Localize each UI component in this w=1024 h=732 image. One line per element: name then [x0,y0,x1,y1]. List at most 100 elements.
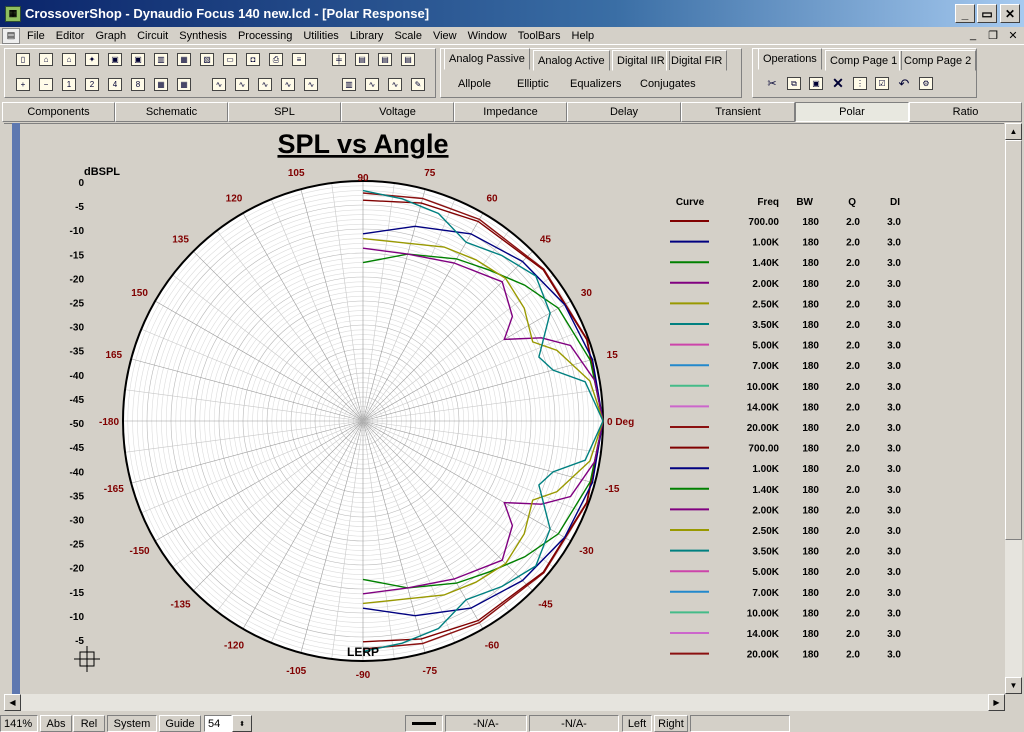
system-button[interactable]: System [107,715,157,732]
minimize-button[interactable]: _ [955,4,975,23]
wizard-icon[interactable]: ✦ [83,51,101,68]
vertical-scrollbar[interactable]: ▲ ▼ [1005,123,1022,694]
table-2-icon[interactable]: ▤ [376,51,394,68]
grid-icon[interactable]: ▦ [175,51,193,68]
equalizers-button[interactable]: Equalizers [570,78,621,90]
disk-icon[interactable]: ◘ [244,51,262,68]
view-1-icon[interactable]: 1 [60,76,78,93]
tab-analog-passive[interactable]: Analog Passive [444,48,530,70]
menu-scale[interactable]: Scale [390,30,429,42]
menu-view[interactable]: View [429,30,464,42]
menu-window[interactable]: Window [464,30,514,42]
allpole-button[interactable]: Allpole [458,78,491,90]
close-button[interactable]: ✕ [1000,4,1020,23]
chart-3-icon[interactable]: ∿ [386,76,404,93]
graph-4-icon[interactable]: ∿ [279,76,297,93]
tab-analog-active[interactable]: Analog Active [533,50,610,71]
zoom-in-icon[interactable]: + [14,76,32,93]
menu-editor[interactable]: Editor [52,30,92,42]
zoom-out-icon[interactable]: − [37,76,55,93]
app-icon[interactable]: ▦ [5,5,21,22]
tab-digital-iir[interactable]: Digital IIR [612,50,670,71]
paint-icon[interactable]: ✎ [409,76,427,93]
properties-icon[interactable]: ☑ [873,75,891,92]
guide-spinner-icon[interactable]: ⬍ [232,715,252,732]
mode-impedance[interactable]: Impedance [454,102,567,122]
guide-button[interactable]: Guide [159,715,201,732]
elliptic-button[interactable]: Elliptic [517,78,549,90]
tab-comp-page-2[interactable]: Comp Page 2 [899,50,977,71]
document-icon[interactable]: ▤ [2,27,20,44]
save-icon[interactable]: ▣ [106,51,124,68]
graph-2-icon[interactable]: ∿ [233,76,251,93]
save-all-icon[interactable]: ▣ [129,51,147,68]
left-button[interactable]: Left [622,715,652,732]
conjugates-button[interactable]: Conjugates [640,78,696,90]
scroll-right-icon[interactable]: ▶ [988,694,1005,711]
undo-icon[interactable]: ↶ [895,75,913,92]
crosshair-icon[interactable] [74,646,100,672]
folder-icon[interactable]: ▭ [221,51,239,68]
table-icon[interactable]: ▤ [353,51,371,68]
view-grid-2-icon[interactable]: ▦ [175,76,193,93]
tab-digital-fir[interactable]: Digital FIR [666,50,728,71]
menu-help[interactable]: Help [568,30,602,42]
menu-library[interactable]: Library [346,30,391,42]
menu-toolbars[interactable]: ToolBars [514,30,568,42]
scroll-left-icon[interactable]: ◀ [4,694,21,711]
mode-voltage[interactable]: Voltage [341,102,454,122]
abs-button[interactable]: Abs [40,715,72,732]
table-3-icon[interactable]: ▤ [399,51,417,68]
menu-graph[interactable]: Graph [91,30,133,42]
paste-icon[interactable]: ▣ [807,75,825,92]
open-folder-2-icon[interactable]: ⌂ [60,51,78,68]
graph-5-icon[interactable]: ∿ [302,76,320,93]
chart-icon[interactable]: ▥ [340,76,358,93]
mdi-restore-icon[interactable]: ❐ [985,28,1001,42]
right-button[interactable]: Right [654,715,688,732]
tab-operations[interactable]: Operations [758,48,822,70]
menu-processing[interactable]: Processing [234,30,299,42]
delete-icon[interactable]: ✕ [829,75,847,92]
mode-transient[interactable]: Transient [681,102,795,122]
maximize-button[interactable]: ▭ [977,4,997,23]
graph-3-icon[interactable]: ∿ [256,76,274,93]
view-grid-icon[interactable]: ▦ [152,76,170,93]
mode-spl[interactable]: SPL [228,102,341,122]
select-all-icon[interactable]: ⋮ [851,75,869,92]
print-icon[interactable]: ⎙ [267,51,285,68]
component-icon[interactable]: ╪ [330,51,348,68]
new-file-icon[interactable]: ▯ [14,51,32,68]
scroll-down-icon[interactable]: ▼ [1005,677,1022,694]
mdi-minimize-icon[interactable]: _ [965,28,981,42]
chart-2-icon[interactable]: ∿ [363,76,381,93]
mdi-close-icon[interactable]: ✕ [1005,28,1021,42]
mode-delay[interactable]: Delay [567,102,681,122]
mode-schematic[interactable]: Schematic [115,102,228,122]
scroll-up-icon[interactable]: ▲ [1005,123,1022,140]
copy-icon[interactable]: ⧉ [785,75,803,92]
mode-ratio[interactable]: Ratio [909,102,1022,122]
mode-polar[interactable]: Polar [795,102,909,122]
list-icon[interactable]: ≡ [290,51,308,68]
menu-file[interactable]: File [23,30,52,42]
guide-value-input[interactable]: 54 [204,715,232,732]
horizontal-scrollbar[interactable]: ◀ ▶ [4,694,1005,711]
open-folder-icon[interactable]: ⌂ [37,51,55,68]
legend-cell: 700.00 [748,444,779,455]
cut-icon[interactable]: ✂ [763,75,781,92]
circuit-icon[interactable]: ▧ [198,51,216,68]
library-icon[interactable]: ▥ [152,51,170,68]
tab-comp-page-1[interactable]: Comp Page 1 [825,50,903,71]
view-2-icon[interactable]: 2 [83,76,101,93]
menu-circuit[interactable]: Circuit [133,30,175,42]
view-8-icon[interactable]: 8 [129,76,147,93]
graph-1-icon[interactable]: ∿ [210,76,228,93]
menu-utilities[interactable]: Utilities [299,30,345,42]
mode-components[interactable]: Components [2,102,115,122]
scroll-thumb[interactable] [1005,140,1022,540]
view-4-icon[interactable]: 4 [106,76,124,93]
rel-button[interactable]: Rel [73,715,105,732]
menu-synthesis[interactable]: Synthesis [175,30,234,42]
settings-icon[interactable]: ⚙ [917,75,935,92]
